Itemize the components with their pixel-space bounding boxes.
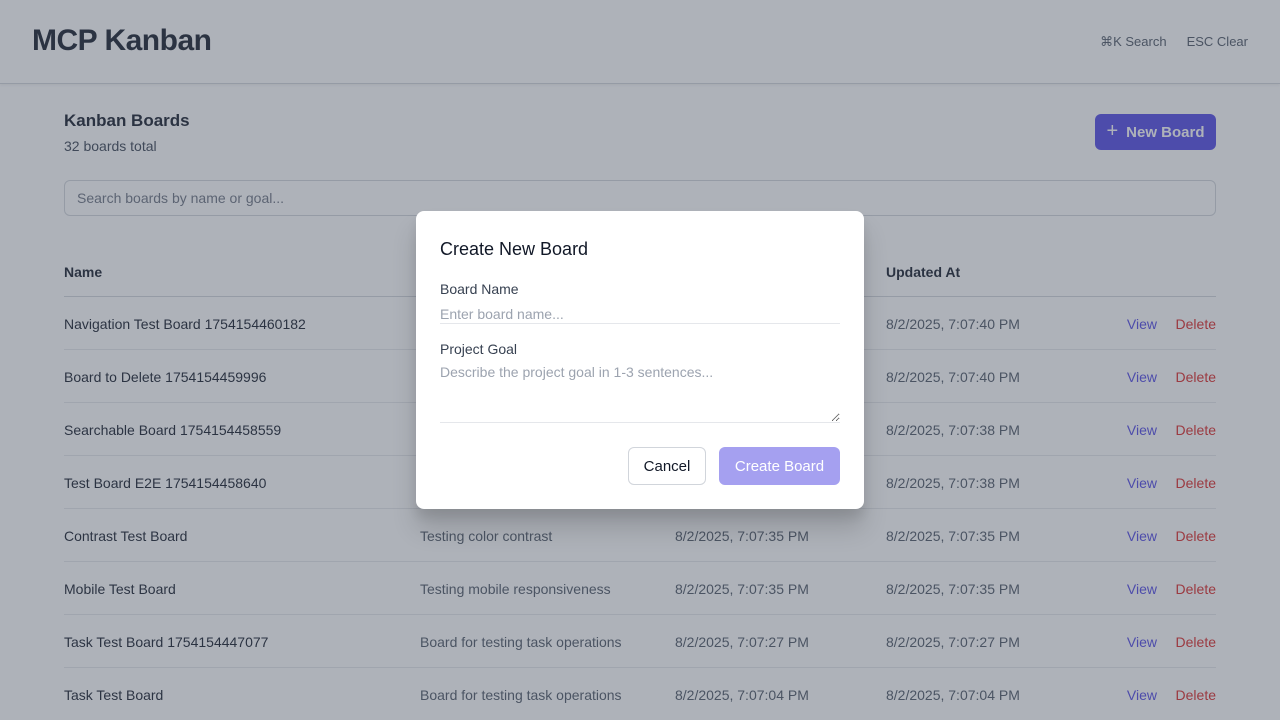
project-goal-label: Project Goal	[440, 341, 518, 357]
create-board-dialog: Create New Board Board Name Project Goal…	[416, 211, 864, 509]
dialog-title: Create New Board	[440, 239, 589, 259]
create-board-button[interactable]: Create Board	[719, 447, 840, 485]
board-name-label: Board Name	[440, 281, 519, 297]
cancel-button[interactable]: Cancel	[628, 447, 706, 485]
board-name-input[interactable]	[440, 304, 840, 324]
project-goal-textarea[interactable]	[440, 364, 840, 423]
